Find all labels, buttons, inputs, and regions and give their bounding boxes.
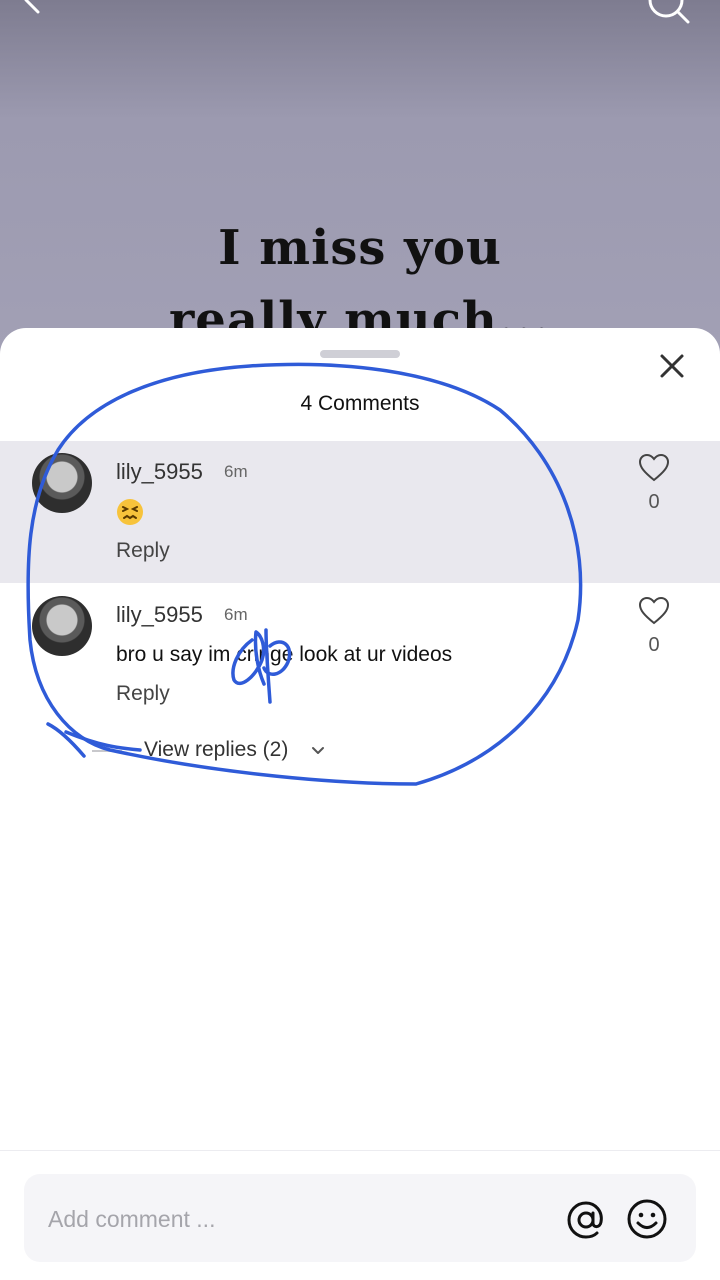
chevron-down-icon	[312, 747, 324, 754]
reply-button[interactable]: Reply	[116, 539, 170, 563]
close-icon[interactable]	[652, 346, 692, 386]
comment-composer	[24, 1174, 696, 1264]
comment-item[interactable]: lily_5955 6m Reply 0	[0, 441, 720, 583]
view-replies-label: View replies (2)	[144, 738, 289, 761]
avatar[interactable]	[32, 453, 92, 513]
back-arrow-icon[interactable]	[18, 0, 46, 14]
comment-text: bro u say im cringe look at ur videos	[116, 643, 453, 666]
divider	[0, 1150, 720, 1151]
comment-time: 6m	[224, 605, 248, 624]
drag-handle[interactable]	[320, 350, 400, 358]
reply-button[interactable]: Reply	[116, 682, 170, 706]
video-caption-line-1: I miss you	[218, 220, 502, 276]
comments-count-title: 4 Comments	[300, 392, 420, 415]
comment-username[interactable]: lily_5955	[116, 602, 203, 628]
search-icon[interactable]	[642, 0, 690, 24]
heart-icon[interactable]	[638, 453, 670, 483]
mention-at-icon[interactable]	[564, 1198, 608, 1242]
add-comment-input[interactable]	[46, 1174, 530, 1264]
comments-sheet: 4 Comments lily_5955 6m Reply 0 lily_595…	[0, 328, 720, 1280]
confounded-face-icon	[117, 499, 143, 525]
comment-item[interactable]: lily_5955 6m bro u say im cringe look at…	[0, 584, 720, 726]
comment-username[interactable]: lily_5955	[116, 459, 203, 485]
emoji-smiley-icon[interactable]	[626, 1198, 668, 1240]
comment-time: 6m	[224, 462, 248, 481]
heart-icon[interactable]	[638, 596, 670, 626]
avatar[interactable]	[32, 596, 92, 656]
like-count: 0	[648, 634, 660, 656]
like-count: 0	[648, 491, 660, 513]
replies-divider	[92, 750, 122, 752]
